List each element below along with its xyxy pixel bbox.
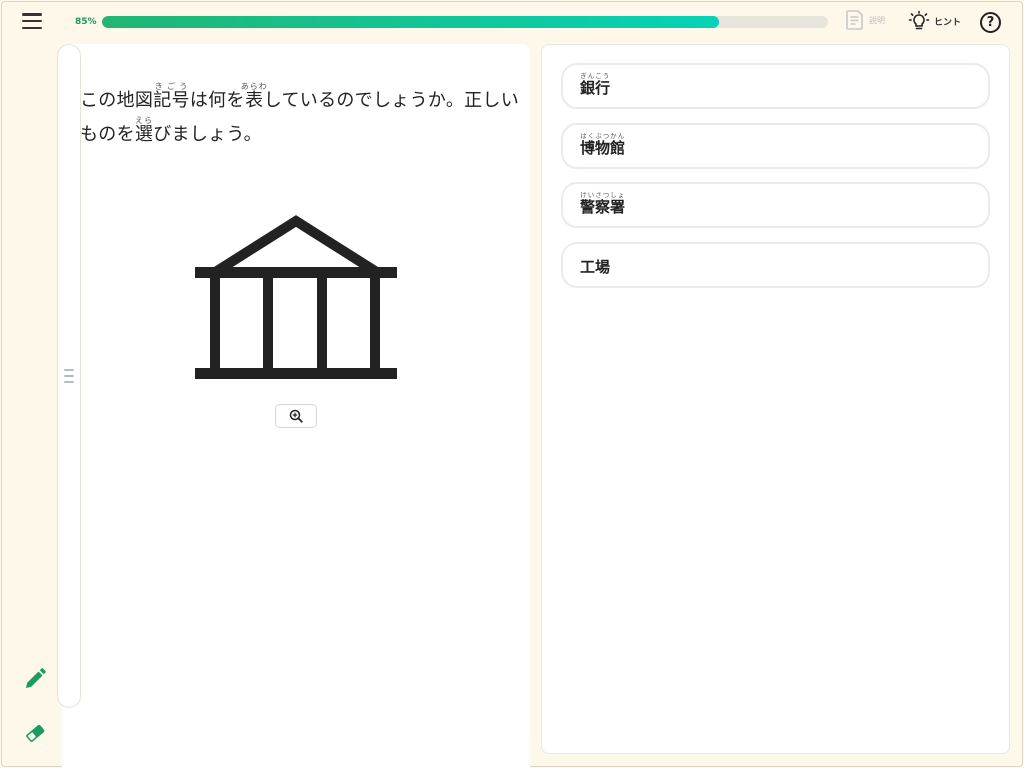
hint-label: ヒント: [934, 17, 962, 28]
choice-option[interactable]: 銀行ぎんこう: [561, 63, 990, 109]
hamburger-menu-icon[interactable]: [22, 13, 42, 31]
question-circle-icon[interactable]: ?: [980, 12, 1001, 33]
choice-label: 博物館はくぶつかん: [580, 132, 626, 157]
choice-label: 工場: [580, 258, 611, 276]
hint-button[interactable]: ヒント: [908, 10, 961, 32]
choice-label: 警察署けいさつしょ: [580, 191, 626, 216]
question-text-segment: びましょう。: [153, 124, 262, 145]
zoom-button[interactable]: [275, 404, 317, 428]
furigana-word: 表あらわ: [240, 82, 268, 111]
progress-fill: [102, 16, 720, 28]
zoom-in-icon: [289, 409, 303, 423]
choice-option[interactable]: 警察署けいさつしょ: [561, 182, 990, 228]
question-text: この地図記号きごうは何を表あらわしているのでしょうか。正しいものを選えらびましょ…: [80, 82, 520, 152]
pencil-icon[interactable]: [23, 667, 47, 691]
lightbulb-icon: [908, 10, 930, 30]
museum-map-symbol: [195, 215, 397, 379]
drag-handle-icon: [64, 369, 74, 387]
eraser-icon[interactable]: [23, 721, 47, 745]
explain-button[interactable]: 説明: [846, 10, 885, 30]
document-icon: [846, 10, 863, 30]
panel-splitter[interactable]: [57, 44, 81, 708]
explain-label: 説明: [869, 15, 885, 25]
progress-percent: 85%: [75, 17, 97, 27]
choice-label: 銀行ぎんこう: [580, 72, 611, 97]
choice-option[interactable]: 工場: [561, 242, 990, 288]
progress-bar: [102, 16, 828, 28]
furigana-word: 選えら: [134, 116, 154, 145]
question-text-segment: この地図: [80, 90, 154, 111]
question-text-segment: は何を: [189, 90, 245, 111]
choice-option[interactable]: 博物館はくぶつかん: [561, 123, 990, 169]
furigana-word: 記号きごう: [153, 82, 190, 111]
